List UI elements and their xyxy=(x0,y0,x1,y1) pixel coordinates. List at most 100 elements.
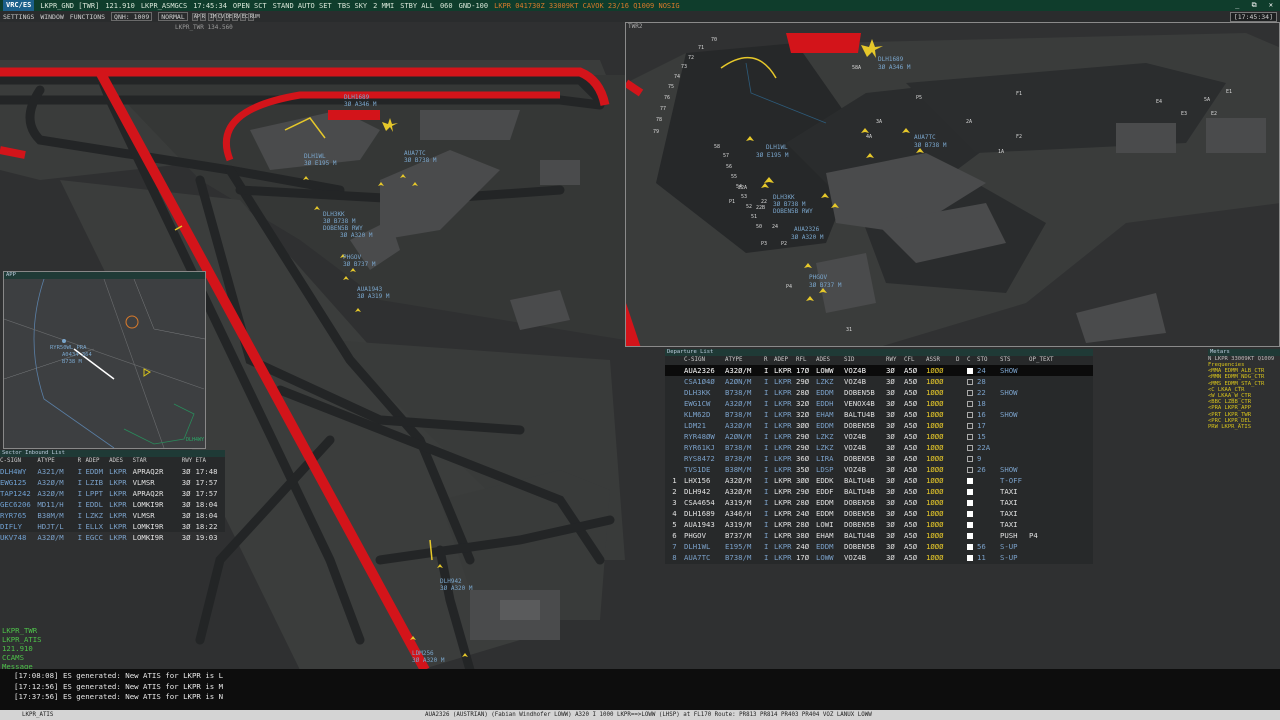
tbs-toggle[interactable]: TBS SKY xyxy=(338,2,368,10)
departure-op[interactable] xyxy=(1029,552,1065,563)
departure-rf[interactable]: 35Ø xyxy=(796,464,816,475)
departure-op[interactable] xyxy=(1029,508,1065,519)
departure-ad[interactable]: LKPR xyxy=(774,475,796,486)
departure-cs[interactable]: KLM62D xyxy=(684,409,725,420)
departure-ds[interactable]: EDDK xyxy=(816,475,844,486)
departure-rw[interactable]: 3Ø xyxy=(886,541,904,552)
departure-at[interactable]: B738/M xyxy=(725,387,764,398)
toggle-rum[interactable]: RUM xyxy=(247,12,260,21)
departure-op[interactable] xyxy=(1029,497,1065,508)
checkbox-icon[interactable] xyxy=(967,533,973,539)
departure-list[interactable]: Departure List C-SIGN ATYPE R ADEP RFL A… xyxy=(665,349,1093,564)
departure-as[interactable]: 1ØØØ xyxy=(926,508,956,519)
departure-cs[interactable]: RYR48ØW xyxy=(684,431,725,442)
departure-sid[interactable]: VOZ4B xyxy=(844,365,886,376)
departure-ad[interactable]: LKPR xyxy=(774,508,796,519)
departure-ds[interactable]: EDDH xyxy=(816,398,844,409)
twr-tag-aua7tc-callsign[interactable]: AUA7TC xyxy=(914,134,936,141)
checkbox-icon[interactable] xyxy=(967,511,973,517)
departure-sto[interactable]: 22A xyxy=(977,442,1000,453)
departure-cf[interactable]: A5Ø xyxy=(904,497,926,508)
tag-dlh1wl-data[interactable]: 3Ø E195 M xyxy=(304,160,337,167)
arrival-rwy[interactable]: 3Ø xyxy=(182,477,196,488)
arrival-adep[interactable]: LPPT xyxy=(85,488,109,499)
departure-ds[interactable]: EDDM xyxy=(816,420,844,431)
arrival-atype[interactable]: A321/M xyxy=(37,466,77,477)
departure-cs[interactable]: DLH1689 xyxy=(684,508,725,519)
departure-op[interactable] xyxy=(1029,475,1065,486)
departure-cf[interactable]: A5Ø xyxy=(904,398,926,409)
arrival-rules[interactable]: I xyxy=(78,521,86,532)
departure-n[interactable] xyxy=(665,464,684,475)
departure-row[interactable]: 5 AUA1943 A319/M I LKPR 28Ø LOWI DOBEN5B 3Ø A5Ø 1Ø… xyxy=(665,519,1093,530)
departure-d[interactable] xyxy=(956,453,967,464)
clearance-checkbox[interactable] xyxy=(967,508,977,519)
departure-sto[interactable]: 18 xyxy=(977,398,1000,409)
departure-n[interactable]: 3 xyxy=(665,497,684,508)
arrival-atype[interactable]: A32Ø/M xyxy=(37,532,77,543)
command-input[interactable]: LKPR_ATIS xyxy=(22,710,53,720)
departure-ds[interactable]: EDDM xyxy=(816,541,844,552)
twr-tag-dlh1689-callsign[interactable]: DLH1689 xyxy=(878,56,904,63)
departure-sts[interactable]: SHOW xyxy=(1000,387,1029,398)
departure-row[interactable]: DLH3KK B738/M I LKPR 28Ø EDDM DOBEN5B 3Ø A5Ø 1ØØØ… xyxy=(665,387,1093,398)
departure-as[interactable]: 1ØØØ xyxy=(926,497,956,508)
checkbox-icon[interactable] xyxy=(967,500,973,506)
tag-dlh942-data[interactable]: 3Ø A320 M xyxy=(440,585,473,592)
checkbox-icon[interactable] xyxy=(967,379,973,385)
checkbox-icon[interactable] xyxy=(967,544,973,550)
departure-rf[interactable]: 24Ø xyxy=(796,508,816,519)
clearance-checkbox[interactable] xyxy=(967,420,977,431)
arrival-rules[interactable]: I xyxy=(78,532,86,543)
departure-sid[interactable]: DOBEN5B xyxy=(844,519,886,530)
departure-sto[interactable]: 17 xyxy=(977,420,1000,431)
departure-rw[interactable]: 3Ø xyxy=(886,376,904,387)
departure-as[interactable]: 1ØØØ xyxy=(926,552,956,563)
checkbox-icon[interactable] xyxy=(967,401,973,407)
departure-ds[interactable]: LZKZ xyxy=(816,431,844,442)
departure-n[interactable]: 2 xyxy=(665,486,684,497)
departure-sid[interactable]: DOBEN5B xyxy=(844,420,886,431)
departure-op[interactable] xyxy=(1029,431,1065,442)
departure-cf[interactable]: A5Ø xyxy=(904,541,926,552)
departure-op[interactable] xyxy=(1029,464,1065,475)
col-star[interactable]: STAR xyxy=(133,457,182,466)
departure-rw[interactable]: 3Ø xyxy=(886,530,904,541)
tag-aua1943-callsign[interactable]: AUA1943 xyxy=(357,286,383,293)
arrival-ades[interactable]: LKPR xyxy=(109,521,133,532)
departure-d[interactable] xyxy=(956,409,967,420)
departure-d[interactable] xyxy=(956,508,967,519)
checkbox-icon[interactable] xyxy=(967,467,973,473)
departure-row[interactable]: LDM21 A32Ø/M I LKPR 3ØØ EDDM DOBEN5B 3Ø A5Ø 1ØØØ 1… xyxy=(665,420,1093,431)
departure-sid[interactable]: DOBEN5B xyxy=(844,453,886,464)
arrival-rules[interactable]: I xyxy=(78,499,86,510)
departure-rw[interactable]: 3Ø xyxy=(886,475,904,486)
departure-row[interactable]: RYR61KJ B738/M I LKPR 29Ø LZKZ VOZ4B 3Ø A5Ø 1ØØØ 2… xyxy=(665,442,1093,453)
arrival-callsign[interactable]: TAP1242 xyxy=(0,488,37,499)
departure-cf[interactable]: A5Ø xyxy=(904,519,926,530)
departure-sid[interactable]: VOZ4B xyxy=(844,431,886,442)
departure-rf[interactable]: 38Ø xyxy=(796,530,816,541)
departure-op[interactable] xyxy=(1029,365,1065,376)
departure-cf[interactable]: A5Ø xyxy=(904,431,926,442)
clearance-checkbox[interactable] xyxy=(967,530,977,541)
departure-n[interactable]: 4 xyxy=(665,508,684,519)
departure-cs[interactable]: AUA7TC xyxy=(684,552,725,563)
clearance-checkbox[interactable] xyxy=(967,552,977,563)
col-op-text[interactable]: OP_TEXT xyxy=(1029,356,1065,365)
twr-tag-dlh1689-data[interactable]: 3Ø A346 M xyxy=(878,64,911,71)
departure-at[interactable]: E195/M xyxy=(725,541,764,552)
checkbox-icon[interactable] xyxy=(967,368,973,374)
col-csign[interactable]: C-SIGN xyxy=(0,457,37,466)
departure-n[interactable] xyxy=(665,398,684,409)
departure-sto[interactable] xyxy=(977,519,1000,530)
arrival-star[interactable]: VLMSR xyxy=(133,477,182,488)
departure-sts[interactable]: TAXI xyxy=(1000,497,1029,508)
departure-n[interactable] xyxy=(665,453,684,464)
departure-r[interactable]: I xyxy=(764,365,774,376)
stand-auto-toggle[interactable]: STAND AUTO SET xyxy=(273,2,332,10)
col-ades[interactable]: ADES xyxy=(109,457,133,466)
arrival-adep[interactable]: ELLX xyxy=(85,521,109,532)
arrival-atype[interactable]: MD11/H xyxy=(37,499,77,510)
departure-row[interactable]: 1 LHX156 A32Ø/M I LKPR 3ØØ EDDK BALTU4B 3Ø A5Ø 1ØØ… xyxy=(665,475,1093,486)
